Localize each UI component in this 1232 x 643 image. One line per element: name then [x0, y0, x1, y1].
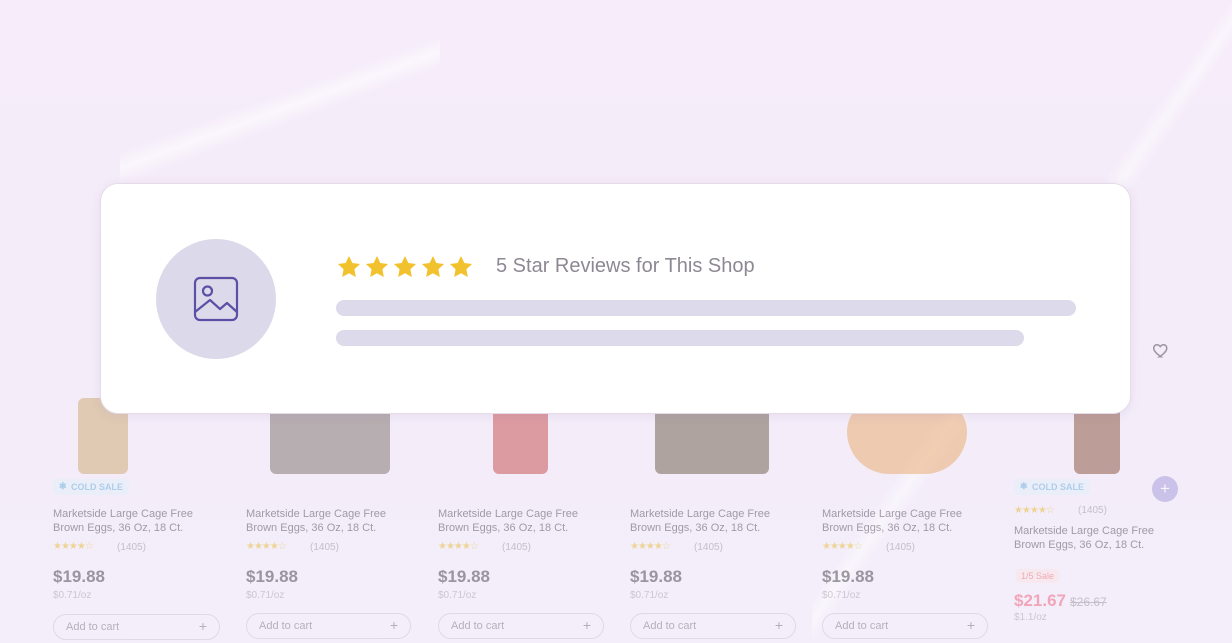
review-title: 5 Star Reviews for This Shop: [496, 255, 755, 277]
original-price: $26.67: [1070, 595, 1107, 609]
star-icon: [421, 255, 445, 277]
add-to-cart-button[interactable]: Add to cart +: [53, 614, 220, 640]
product-name[interactable]: Marketside Large Cage Free Brown Eggs, 3…: [246, 507, 406, 535]
unit-price: $0.71/oz: [246, 590, 285, 601]
product-name[interactable]: Marketside Large Cage Free Brown Eggs, 3…: [438, 507, 598, 535]
review-count: (1405): [502, 542, 531, 553]
review-count: (1405): [310, 542, 339, 553]
add-to-cart-label: Add to cart: [259, 620, 313, 632]
review-count: (1405): [694, 542, 723, 553]
add-to-cart-label: Add to cart: [451, 620, 505, 632]
text-placeholder-line: [336, 300, 1076, 316]
rating-stars: ★★★★☆: [630, 541, 671, 552]
add-to-cart-button[interactable]: Add to cart +: [822, 613, 988, 639]
rating-stars: ★★★★☆: [438, 541, 479, 552]
review-count: (1405): [1078, 505, 1107, 516]
rating-stars: ★★★★☆: [246, 541, 287, 552]
image-icon: [193, 276, 239, 322]
product-name[interactable]: Marketside Large Cage Free Brown Eggs, 3…: [53, 507, 213, 535]
unit-price: $0.71/oz: [630, 590, 669, 601]
plus-icon: +: [198, 618, 207, 634]
review-count: (1405): [886, 542, 915, 553]
product-price: $19.88: [822, 567, 874, 586]
rating-stars: ★★★★☆: [53, 541, 94, 552]
rating-stars: ★★★★☆: [1014, 505, 1055, 516]
star-icon: [365, 255, 389, 277]
add-to-cart-label: Add to cart: [835, 620, 889, 632]
add-to-cart-label: Add to cart: [643, 620, 697, 632]
add-to-cart-button[interactable]: Add to cart +: [630, 613, 796, 639]
cold-sale-badge: COLD SALE: [53, 479, 130, 495]
star-icon: [449, 255, 473, 277]
plus-icon: +: [966, 617, 975, 633]
plus-icon: +: [389, 617, 398, 633]
product-name[interactable]: Marketside Large Cage Free Brown Eggs, 3…: [630, 507, 790, 535]
sale-tag: 1/5 Sale: [1016, 569, 1060, 583]
unit-price: $0.71/oz: [822, 590, 861, 601]
add-to-cart-plus-button[interactable]: +: [1152, 476, 1178, 502]
rating-stars: ★★★★☆: [822, 541, 863, 552]
five-star-rating: [336, 254, 476, 280]
unit-price: $0.71/oz: [53, 590, 92, 601]
add-to-cart-button[interactable]: Add to cart +: [438, 613, 604, 639]
unit-price: $0.71/oz: [438, 590, 477, 601]
product-price: $19.88: [438, 567, 490, 586]
plus-icon: +: [774, 617, 783, 633]
add-to-cart-button[interactable]: Add to cart +: [246, 613, 411, 639]
star-icon: [337, 255, 361, 277]
product-price: $19.88: [630, 567, 682, 586]
product-price: $19.88: [246, 567, 298, 586]
product-name[interactable]: Marketside Large Cage Free Brown Eggs, 3…: [1014, 524, 1174, 552]
product-price: $19.88: [53, 567, 105, 586]
cold-sale-badge: COLD SALE: [1014, 479, 1091, 495]
review-card: 5 Star Reviews for This Shop: [100, 183, 1131, 414]
text-placeholder-line: [336, 330, 1024, 346]
unit-price: $1.1/oz: [1014, 612, 1047, 623]
image-placeholder: [156, 239, 276, 359]
heart-icon[interactable]: [1152, 341, 1170, 359]
review-count: (1405): [117, 542, 146, 553]
add-to-cart-label: Add to cart: [66, 621, 120, 633]
product-name[interactable]: Marketside Large Cage Free Brown Eggs, 3…: [822, 507, 982, 535]
plus-icon: +: [582, 617, 591, 633]
star-icon: [393, 255, 417, 277]
sale-price: $21.67: [1014, 591, 1066, 610]
